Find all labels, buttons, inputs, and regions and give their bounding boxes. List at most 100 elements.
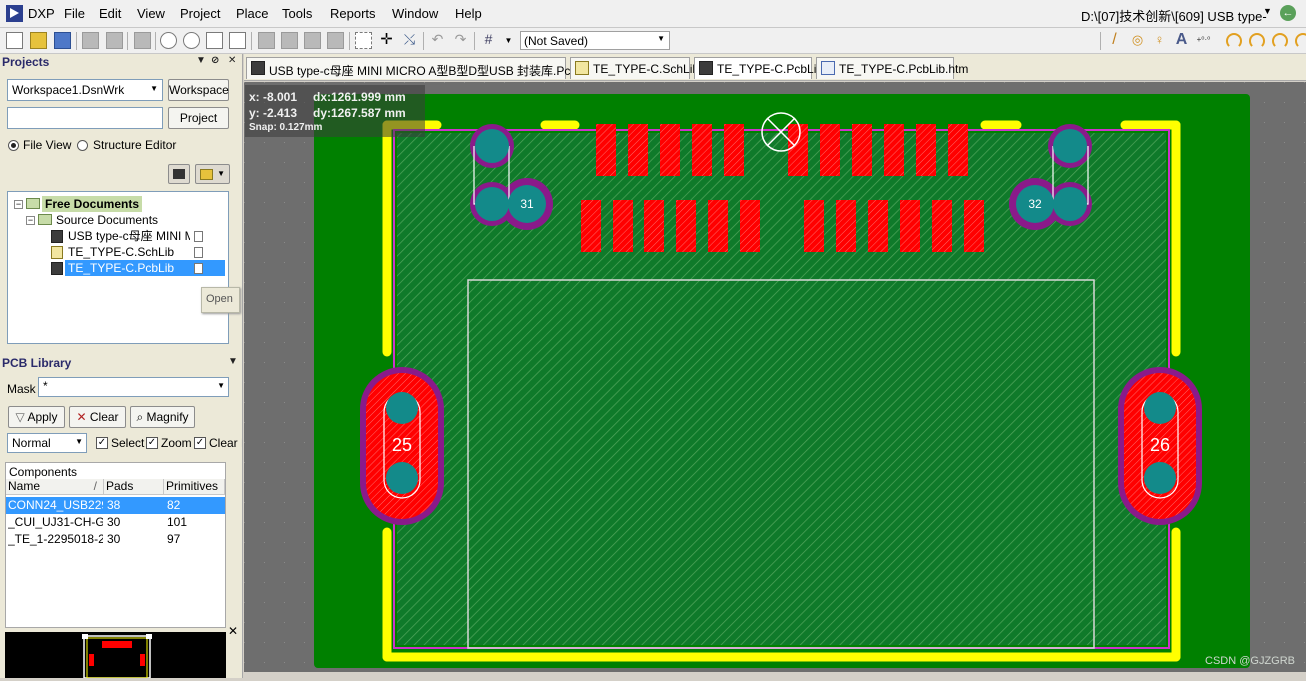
mask-label: Mask (7, 382, 36, 396)
menu-help[interactable]: Help (455, 6, 482, 21)
toolbar-separator (76, 32, 77, 50)
layer-toggle-button[interactable] (168, 164, 190, 184)
menu-reports[interactable]: Reports (330, 6, 376, 21)
grid-icon[interactable]: # (480, 32, 497, 49)
mask-input[interactable]: * ▼ (38, 377, 229, 397)
clear-existing-checkbox[interactable]: ✓ (194, 437, 206, 449)
move-icon[interactable]: ✛ (378, 32, 395, 49)
column-header-name[interactable]: Name / (6, 479, 104, 495)
full-circle-icon[interactable] (1295, 33, 1306, 49)
main-toolbar: ✛ ⤯ ↶ ↷ # ▼ (Not Saved) ▼ / ◎ ♀ A +⁰·⁰ (0, 28, 1306, 54)
paste-icon[interactable] (304, 32, 321, 49)
projects-panel-title: Projects (2, 55, 50, 69)
panel-pin-icon[interactable]: ⊘ (211, 55, 219, 66)
menu-view[interactable]: View (137, 6, 165, 21)
menu-place[interactable]: Place (236, 6, 269, 21)
print-preview-icon[interactable] (106, 32, 123, 49)
tab-schlib[interactable]: TE_TYPE-C.SchLib (570, 57, 699, 79)
tree-collapse-icon[interactable]: − (14, 200, 23, 209)
select-checkbox[interactable]: ✓ (96, 437, 108, 449)
select-area-icon[interactable] (355, 32, 372, 49)
arc-edge-icon[interactable] (1249, 33, 1265, 49)
navigate-back-icon[interactable]: ← (1280, 5, 1296, 21)
tree-item-schlib[interactable]: TE_TYPE-C.SchLib (68, 244, 174, 260)
column-header-pads[interactable]: Pads (104, 479, 164, 495)
place-via-icon[interactable]: ♀ (1151, 32, 1168, 49)
panel-close-icon[interactable]: ✕ (228, 55, 236, 66)
tree-item-usb-pcblib[interactable]: USB type-c母座 MINI MI (68, 228, 190, 244)
table-row[interactable]: _CUI_UJ31-CH-G2- 30 101 (6, 514, 225, 531)
place-pad-icon[interactable]: ◎ (1129, 32, 1146, 49)
save-icon[interactable] (54, 32, 71, 49)
structure-editor-radio[interactable] (77, 140, 88, 151)
rubber-stamp-icon[interactable] (327, 32, 344, 49)
tree-collapse-icon[interactable]: − (26, 216, 35, 225)
print-icon[interactable] (82, 32, 99, 49)
document-path[interactable]: D:\[07]技术创新\[609] USB type- (1081, 6, 1267, 25)
menu-dxp[interactable]: DXP (28, 6, 55, 21)
magnify-button[interactable]: ⌕ Magnify (130, 406, 195, 428)
tab-pcblib-htm[interactable]: TE_TYPE-C.PcbLib.htm (816, 57, 968, 79)
undo-icon[interactable]: ↶ (429, 32, 446, 49)
schlib-icon (575, 61, 589, 75)
filter-mode-select[interactable]: Normal ▼ (7, 433, 87, 453)
tab-label: TE_TYPE-C.PcbLib.htm (839, 62, 969, 76)
chevron-down-icon: ▼ (217, 169, 225, 178)
path-dropdown-icon[interactable]: ▼ (1263, 6, 1272, 16)
set-origin-icon[interactable]: +⁰·⁰ (1195, 32, 1212, 49)
clear-existing-checkbox-label: Clear E (209, 436, 242, 450)
column-header-primitives[interactable]: Primitives (164, 479, 225, 495)
file-view-radio[interactable] (8, 140, 19, 151)
tab-usb-pcblib[interactable]: USB type-c母座 MINI MICRO A型B型D型USB 封装库.Pc… (246, 57, 593, 79)
clear-icon: ✕ (76, 410, 87, 424)
copy-icon[interactable] (281, 32, 298, 49)
zoom-area-icon[interactable] (229, 32, 246, 49)
menu-file[interactable]: File (64, 6, 85, 21)
panel-menu-icon[interactable]: ▼ (228, 356, 238, 367)
zoom-fit-icon[interactable] (206, 32, 223, 49)
component-preview[interactable] (5, 632, 226, 679)
menu-bar: DXP File Edit View Project Place Tools R… (0, 0, 1306, 28)
layer-stack-icon[interactable] (134, 32, 151, 49)
project-input[interactable] (7, 107, 163, 129)
project-button[interactable]: Project (168, 107, 229, 129)
table-row[interactable]: CONN24_USB2295 38 82 (6, 497, 225, 514)
redo-icon[interactable]: ↷ (452, 32, 469, 49)
pad-label-25: 25 (392, 435, 412, 455)
cut-icon[interactable] (258, 32, 275, 49)
workspace-button[interactable]: Workspace (168, 79, 229, 101)
components-table: Components Name / Pads Primitives CONN24… (5, 462, 226, 628)
coord-dy: dy:1267.587 mm (313, 106, 406, 120)
pcb-editor-canvas[interactable]: 31 32 25 26 x: -8.001 dx:1261.999 mm y: … (244, 82, 1306, 672)
workspace-select[interactable]: Workspace1.DsnWrk ▼ (7, 79, 163, 101)
new-document-icon[interactable] (6, 32, 23, 49)
arc-center-icon[interactable] (1226, 33, 1242, 49)
menu-window[interactable]: Window (392, 6, 438, 21)
zoom-in-icon[interactable] (160, 32, 177, 49)
variant-selector[interactable]: (Not Saved) ▼ (520, 31, 670, 50)
deselect-icon[interactable]: ⤯ (401, 32, 418, 49)
zoom-checkbox[interactable]: ✓ (146, 437, 158, 449)
tree-item-free-documents[interactable]: Free Documents (42, 196, 143, 212)
preview-close-icon[interactable]: ✕ (228, 624, 238, 638)
place-string-icon[interactable]: A (1173, 32, 1190, 49)
zoom-out-icon[interactable] (183, 32, 200, 49)
menu-tools[interactable]: Tools (282, 6, 312, 21)
layers-icon (173, 169, 185, 179)
component-name: _TE_1-2295018-2_ (8, 532, 103, 546)
arc-any-angle-icon[interactable] (1272, 33, 1288, 49)
menu-project[interactable]: Project (180, 6, 220, 21)
grid-dropdown-icon[interactable]: ▼ (500, 32, 517, 49)
menu-edit[interactable]: Edit (99, 6, 121, 21)
table-row[interactable]: _TE_1-2295018-2_ 30 97 (6, 531, 225, 548)
open-folder-icon[interactable] (30, 32, 47, 49)
component-pads: 38 (107, 498, 121, 512)
place-line-icon[interactable]: / (1106, 32, 1123, 49)
tree-item-source-documents[interactable]: Source Documents (56, 212, 158, 228)
apply-button[interactable]: ▽ Apply (8, 406, 65, 428)
project-options-button[interactable]: ▼ (195, 164, 230, 184)
clear-button[interactable]: ✕ Clear (69, 406, 126, 428)
tab-pcblib-active[interactable]: TE_TYPE-C.PcbLib (694, 57, 823, 79)
panel-menu-icon[interactable]: ▼ (196, 55, 206, 66)
dxp-logo-icon[interactable] (6, 5, 23, 22)
